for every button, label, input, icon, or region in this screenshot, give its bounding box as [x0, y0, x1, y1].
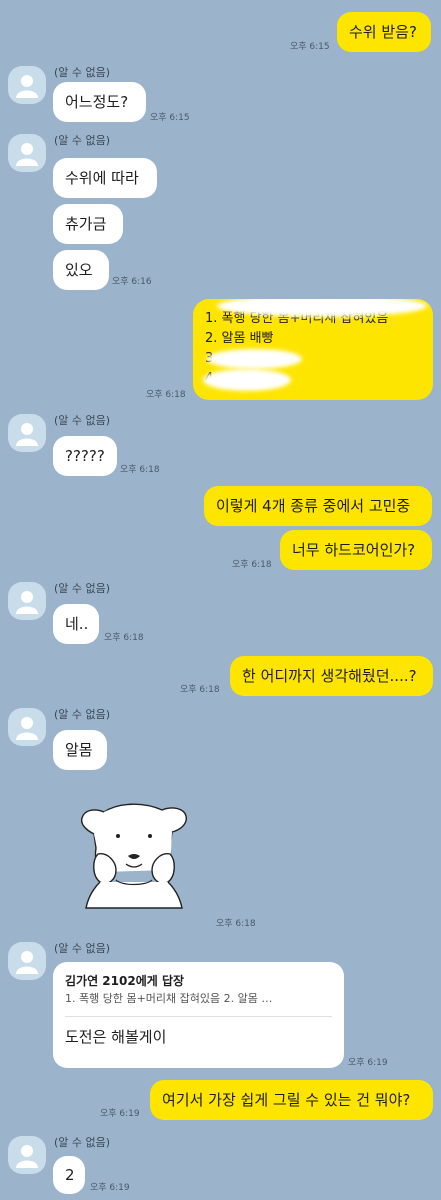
avatar[interactable] [8, 66, 46, 104]
sender-name: (알 수 없음) [54, 708, 111, 721]
sender-name: (알 수 없음) [54, 66, 111, 79]
their-message-bubble[interactable]: 수위에 따라 [53, 158, 157, 198]
their-message-bubble[interactable]: 츄가금 [53, 204, 123, 244]
my-message-bubble[interactable]: 너무 하드코어인가? [280, 530, 432, 570]
message-time: 오후 6:18 [232, 560, 272, 570]
message-time: 오후 6:18 [180, 685, 220, 695]
message-time: 오후 6:19 [100, 1109, 140, 1119]
avatar[interactable] [8, 708, 46, 746]
message-time: 오후 6:19 [348, 1058, 388, 1068]
their-message-bubble[interactable]: 알몸 [53, 730, 107, 770]
message-text: 어느정도? [65, 93, 129, 111]
sender-name: (알 수 없음) [54, 414, 111, 427]
message-text: 너무 하드코어인가? [292, 541, 416, 559]
message-text: 네.. [65, 615, 89, 633]
avatar[interactable] [8, 1136, 46, 1174]
sender-name: (알 수 없음) [54, 1136, 111, 1149]
reply-divider [65, 1016, 332, 1017]
message-line: 2. 알몸 배빵 [205, 331, 274, 346]
sender-name: (알 수 없음) [54, 134, 111, 147]
default-profile-icon [16, 717, 38, 740]
default-profile-icon [16, 75, 38, 98]
message-text: 있오 [65, 261, 93, 279]
their-message-bubble[interactable]: 있오 [53, 250, 109, 290]
message-time: 오후 6:18 [120, 465, 160, 475]
my-message-bubble[interactable]: 1. 폭행 당한 몸+머리채 잡혀있음 2. 알몸 배빵 3. 4. [193, 299, 433, 400]
avatar[interactable] [8, 582, 46, 620]
message-time: 오후 6:18 [104, 633, 144, 643]
reply-message-bubble[interactable]: 김가연 2102에게 답장 1. 폭행 당한 몸+머리채 잡혀있음 2. 알몸 … [53, 962, 344, 1068]
default-profile-icon [16, 951, 38, 974]
reply-preview-text: 1. 폭행 당한 몸+머리채 잡혀있음 2. 알몸 … [65, 992, 273, 1005]
my-message-bubble[interactable]: 여기서 가장 쉽게 그릴 수 있는 건 뭐야? [150, 1080, 433, 1120]
reply-target-label: 김가연 2102에게 답장 [65, 974, 185, 988]
default-profile-icon [16, 423, 38, 446]
message-time: 오후 6:15 [150, 113, 190, 123]
sender-name: (알 수 없음) [54, 942, 111, 955]
avatar[interactable] [8, 414, 46, 452]
my-message-bubble[interactable]: 수위 받음? [337, 12, 431, 52]
message-time: 오후 6:19 [90, 1183, 130, 1193]
default-profile-icon [16, 591, 38, 614]
message-time: 오후 6:15 [290, 42, 330, 52]
message-text: 여기서 가장 쉽게 그릴 수 있는 건 뭐야? [162, 1091, 411, 1109]
default-profile-icon [16, 143, 38, 166]
message-text: 알몸 [65, 741, 93, 759]
message-text: 2 [65, 1166, 75, 1184]
avatar[interactable] [8, 134, 46, 172]
redaction-mark [207, 349, 302, 369]
their-message-bubble[interactable]: 어느정도? [53, 82, 146, 122]
message-text: 수위에 따라 [65, 169, 139, 187]
sender-name: (알 수 없음) [54, 582, 111, 595]
message-text: 한 어디까지 생각해뒀던....? [242, 667, 417, 685]
message-time: 오후 6:18 [216, 919, 256, 929]
their-message-bubble[interactable]: ????? [53, 436, 117, 476]
message-text: ????? [65, 447, 105, 465]
message-time: 오후 6:18 [146, 390, 186, 400]
puppy-sticker[interactable] [74, 790, 194, 910]
redaction-mark [203, 369, 291, 391]
message-time: 오후 6:16 [112, 277, 152, 287]
message-text: 이렇게 4개 종류 중에서 고민중 [216, 497, 411, 515]
avatar[interactable] [8, 942, 46, 980]
my-message-bubble[interactable]: 이렇게 4개 종류 중에서 고민중 [204, 486, 432, 526]
my-message-bubble[interactable]: 한 어디까지 생각해뒀던....? [230, 656, 433, 696]
their-message-bubble[interactable]: 네.. [53, 604, 99, 644]
message-text: 도전은 해볼게이 [65, 1028, 167, 1046]
message-text: 수위 받음? [349, 23, 417, 41]
default-profile-icon [16, 1145, 38, 1168]
their-message-bubble[interactable]: 2 [53, 1156, 85, 1194]
message-text: 츄가금 [65, 215, 107, 233]
